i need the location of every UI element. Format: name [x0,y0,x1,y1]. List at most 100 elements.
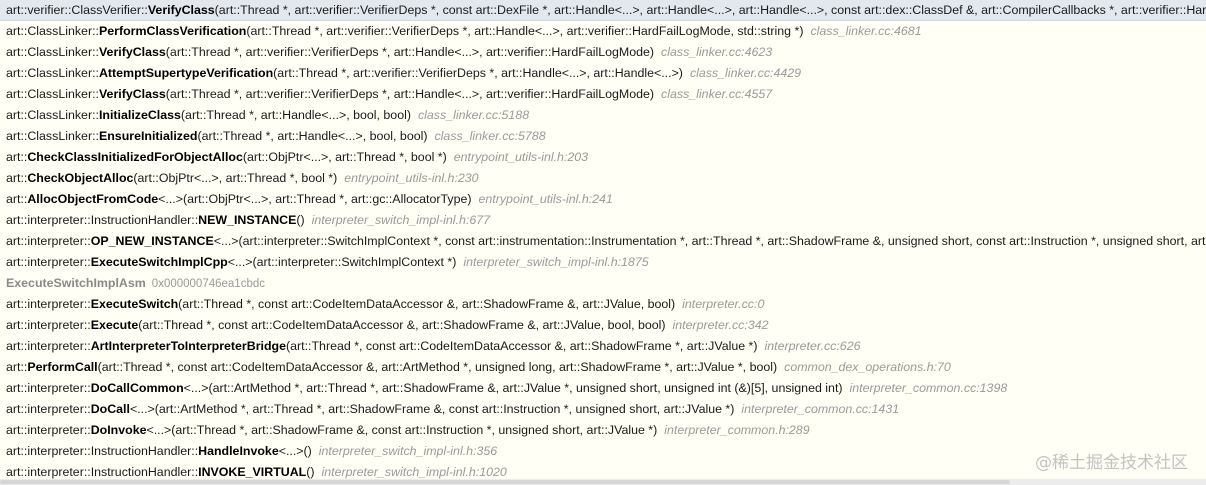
frame-source-location[interactable]: interpreter.cc:0 [682,297,764,311]
stack-frame-row[interactable]: art::CheckClassInitializedForObjectAlloc… [0,147,1206,168]
frame-signature: <...>(art::ArtMethod *, art::Thread *, a… [129,402,735,416]
frame-signature: (art::Thread *, art::Handle<...>, bool, … [197,129,428,143]
horizontal-scrollbar[interactable] [0,479,1206,485]
frame-namespace: art::interpreter::InstructionHandler:: [6,465,199,479]
frame-source-location[interactable]: common_dex_operations.h:70 [784,360,951,374]
frame-address: 0x000000746ea1cbdc [151,278,265,290]
frame-namespace: art::interpreter:: [6,381,91,395]
stack-frame-row[interactable]: art::ClassLinker::VerifyClass(art::Threa… [0,84,1206,105]
frame-function-name: AttemptSupertypeVerification [98,66,274,80]
frame-signature: (art::Thread *, art::Handle<...>, bool, … [180,108,411,122]
stack-frame-row[interactable]: art::interpreter::InstructionHandler::Ha… [0,441,1206,462]
frame-source-location[interactable]: interpreter_common.cc:1398 [850,381,1008,395]
frame-namespace: art::ClassLinker:: [6,66,99,80]
frame-signature: (art::Thread *, const art::CodeItemDataA… [138,318,666,332]
stack-frame-row[interactable]: art::CheckObjectAlloc(art::ObjPtr<...>, … [0,168,1206,189]
frame-namespace: art::ClassLinker:: [6,87,99,101]
frame-source-location[interactable]: class_linker.cc:4429 [690,66,801,80]
frame-signature: (art::Thread *, art::verifier::VerifierD… [165,87,655,101]
stack-frame-row[interactable]: art::interpreter::DoCallCommon<...>(art:… [0,378,1206,399]
frame-namespace: art::interpreter::InstructionHandler:: [6,444,199,458]
frame-function-name: VerifyClass [147,3,215,17]
frame-signature: <...>(art::ArtMethod *, art::Thread *, a… [183,381,843,395]
frame-function-name: ExecuteSwitchImplAsm [6,276,146,290]
frame-function-name: DoCall [90,402,130,416]
stack-frame-row[interactable]: art::interpreter::DoInvoke<...>(art::Thr… [0,420,1206,441]
frame-source-location[interactable]: interpreter_switch_impl-inl.h:1875 [463,255,648,269]
frame-signature: () [306,465,315,479]
frame-namespace: art:: [6,150,28,164]
frame-source-location[interactable]: entrypoint_utils-inl.h:203 [454,150,588,164]
frame-source-location[interactable]: interpreter_switch_impl-inl.h:356 [319,444,497,458]
frame-source-location[interactable]: interpreter_switch_impl-inl.h:677 [312,213,490,227]
stack-frame-row[interactable]: art::ClassLinker::PerformClassVerificati… [0,21,1206,42]
frame-signature: (art::ObjPtr<...>, art::Thread *, bool *… [133,171,338,185]
stack-frame-row[interactable]: art::interpreter::DoCall<...>(art::ArtMe… [0,399,1206,420]
frame-source-location[interactable]: interpreter_common.cc:1431 [741,402,899,416]
frame-namespace: art::ClassLinker:: [6,24,99,38]
frame-source-location[interactable]: entrypoint_utils-inl.h:241 [479,192,613,206]
frame-function-name: AllocObjectFromCode [27,192,159,206]
frame-function-name: VerifyClass [98,45,166,59]
frame-function-name: Execute [90,318,139,332]
frame-signature: <...>(art::Thread *, art::ShadowFrame &,… [146,423,658,437]
stack-frame-row[interactable]: art::interpreter::InstructionHandler::NE… [0,210,1206,231]
frame-function-name: ExecuteSwitchImplCpp [90,255,228,269]
frame-source-location[interactable]: interpreter.cc:626 [765,339,861,353]
stack-frame-row[interactable]: art::PerformCall(art::Thread *, const ar… [0,357,1206,378]
stack-frame-row[interactable]: art::ClassLinker::VerifyClass(art::Threa… [0,42,1206,63]
frame-function-name: INVOKE_VIRTUAL [198,465,307,479]
frame-signature: <...>(art::interpreter::SwitchImplContex… [227,255,457,269]
frame-namespace: art::interpreter:: [6,402,91,416]
frame-namespace: art::interpreter:: [6,297,91,311]
frame-source-location[interactable]: entrypoint_utils-inl.h:230 [344,171,478,185]
stack-frame-row[interactable]: art::ClassLinker::EnsureInitialized(art:… [0,126,1206,147]
frame-source-location[interactable]: class_linker.cc:4681 [810,24,921,38]
stack-frame-row[interactable]: art::ClassLinker::InitializeClass(art::T… [0,105,1206,126]
frame-function-name: PerformCall [27,360,98,374]
frame-source-location[interactable]: class_linker.cc:4623 [661,45,772,59]
frame-namespace: art:: [6,192,28,206]
frame-signature: (art::Thread *, art::verifier::VerifierD… [246,24,804,38]
frame-source-location[interactable]: interpreter_switch_impl-inl.h:1020 [322,465,507,479]
frame-function-name: HandleInvoke [198,444,279,458]
frame-signature: (art::Thread *, art::verifier::VerifierD… [273,66,683,80]
frame-namespace: art::interpreter:: [6,255,91,269]
frame-source-location[interactable]: interpreter.cc:342 [673,318,769,332]
frame-function-name: CheckObjectAlloc [27,171,134,185]
stack-frame-row[interactable]: art::verifier::ClassVerifier::VerifyClas… [0,0,1206,21]
stack-frame-row[interactable]: art::AllocObjectFromCode<...>(art::ObjPt… [0,189,1206,210]
frame-source-location[interactable]: class_linker.cc:5788 [434,129,545,143]
frame-function-name: OP_NEW_INSTANCE [90,234,214,248]
stack-frame-row[interactable]: art::interpreter::ExecuteSwitch(art::Thr… [0,294,1206,315]
frame-source-location[interactable]: class_linker.cc:5188 [418,108,529,122]
stack-frame-row[interactable]: art::interpreter::Execute(art::Thread *,… [0,315,1206,336]
frame-signature: (art::Thread *, const art::CodeItemDataA… [178,297,676,311]
frame-signature: () [296,213,305,227]
frame-function-name: NEW_INSTANCE [198,213,297,227]
frame-function-name: EnsureInitialized [98,129,198,143]
frame-function-name: ExecuteSwitch [90,297,179,311]
frame-namespace: art::interpreter:: [6,234,91,248]
stack-frame-row[interactable]: art::interpreter::OP_NEW_INSTANCE<...>(a… [0,231,1206,252]
frame-namespace: art:: [6,360,28,374]
frame-function-name: ArtInterpreterToInterpreterBridge [90,339,287,353]
frame-namespace: art::interpreter:: [6,423,91,437]
stack-frame-row[interactable]: art::ClassLinker::AttemptSupertypeVerifi… [0,63,1206,84]
frame-signature: (art::Thread *, const art::CodeItemDataA… [286,339,758,353]
stack-frame-row[interactable]: art::interpreter::ArtInterpreterToInterp… [0,336,1206,357]
frame-function-name: VerifyClass [98,87,166,101]
frame-function-name: PerformClassVerification [98,24,247,38]
frame-signature: (art::Thread *, art::verifier::VerifierD… [214,3,1206,17]
frame-source-location[interactable]: class_linker.cc:4557 [661,87,772,101]
scrollbar-thumb[interactable] [0,480,1010,484]
stack-frame-row[interactable]: art::interpreter::ExecuteSwitchImplCpp<.… [0,252,1206,273]
frame-namespace: art::verifier::ClassVerifier:: [6,3,148,17]
frame-signature: <...>(art::ObjPtr<...>, art::Thread *, a… [158,192,472,206]
frame-namespace: art::ClassLinker:: [6,108,99,122]
frame-namespace: art::ClassLinker:: [6,45,99,59]
stack-frame-row[interactable]: ExecuteSwitchImplAsm 0x000000746ea1cbdc [0,273,1206,294]
frame-namespace: art::interpreter:: [6,318,91,332]
frame-source-location[interactable]: interpreter_common.h:289 [664,423,809,437]
frame-namespace: art::interpreter::InstructionHandler:: [6,213,199,227]
